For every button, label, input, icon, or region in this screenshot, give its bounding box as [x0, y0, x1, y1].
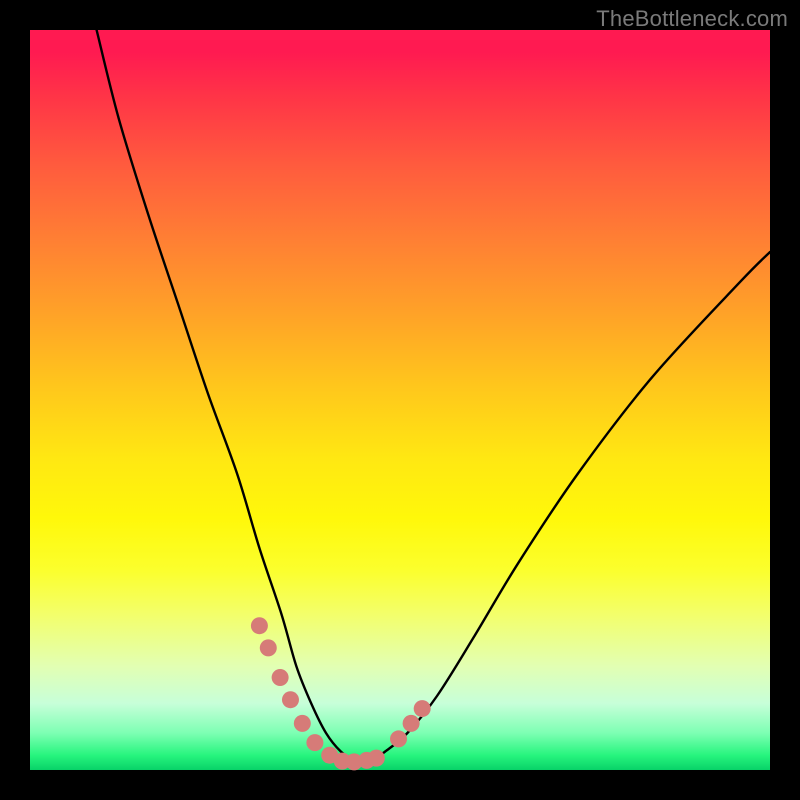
attribution-label: TheBottleneck.com — [596, 6, 788, 32]
data-point — [306, 734, 323, 751]
bottleneck-curve-path — [97, 30, 770, 762]
data-point — [282, 691, 299, 708]
chart-wrapper: TheBottleneck.com — [0, 0, 800, 800]
data-point — [403, 715, 420, 732]
data-point — [251, 617, 268, 634]
data-point — [414, 700, 431, 717]
data-point — [272, 669, 289, 686]
data-point — [294, 715, 311, 732]
data-point — [368, 750, 385, 767]
data-point — [260, 639, 277, 656]
scatter-dots — [251, 617, 431, 770]
chart-svg — [30, 30, 770, 770]
data-point — [390, 730, 407, 747]
plot-area — [30, 30, 770, 770]
